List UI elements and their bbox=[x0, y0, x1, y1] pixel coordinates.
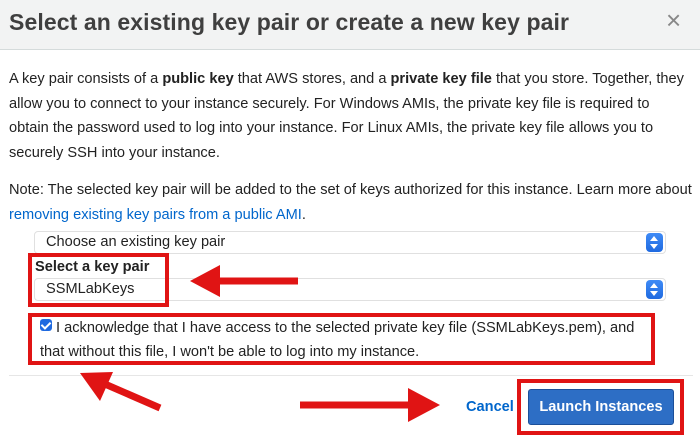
remove-key-pairs-link[interactable]: removing existing key pairs from a publi… bbox=[9, 207, 302, 223]
close-icon[interactable]: × bbox=[666, 7, 681, 33]
launch-instances-button[interactable]: Launch Instances bbox=[528, 389, 674, 425]
select-stepper-icon bbox=[646, 233, 663, 252]
intro-text-1: A key pair consists of a bbox=[9, 71, 163, 87]
arrow-icon bbox=[300, 388, 440, 422]
public-key-term: public key bbox=[162, 71, 234, 87]
note-text: Note: The selected key pair will be adde… bbox=[9, 178, 693, 227]
arrow-icon bbox=[80, 372, 162, 412]
private-key-term: private key file bbox=[390, 71, 492, 87]
cancel-button[interactable]: Cancel bbox=[466, 399, 514, 415]
key-pair-select-value: SSMLabKeys bbox=[46, 281, 135, 297]
intro-text: A key pair consists of a public key that… bbox=[9, 67, 693, 165]
acknowledge-label: I acknowledge that I have access to the … bbox=[40, 320, 635, 360]
note-end: . bbox=[301, 206, 306, 223]
note-body: Note: The selected key pair will be adde… bbox=[9, 182, 692, 198]
dialog-title: Select an existing key pair or create a … bbox=[9, 9, 570, 35]
dialog-header: Select an existing key pair or create a … bbox=[0, 0, 700, 50]
key-pair-option-value: Choose an existing key pair bbox=[46, 234, 226, 250]
intro-text-2: that AWS stores, and a bbox=[233, 71, 391, 87]
acknowledge-text: I acknowledge that I have access to the … bbox=[40, 316, 655, 364]
key-pair-select[interactable]: SSMLabKeys bbox=[34, 278, 666, 301]
dialog: Select an existing key pair or create a … bbox=[0, 0, 700, 439]
select-stepper-icon bbox=[646, 280, 663, 299]
footer-divider bbox=[9, 375, 693, 376]
key-pair-option-select[interactable]: Choose an existing key pair bbox=[34, 231, 666, 254]
select-key-pair-label: Select a key pair bbox=[35, 259, 150, 275]
